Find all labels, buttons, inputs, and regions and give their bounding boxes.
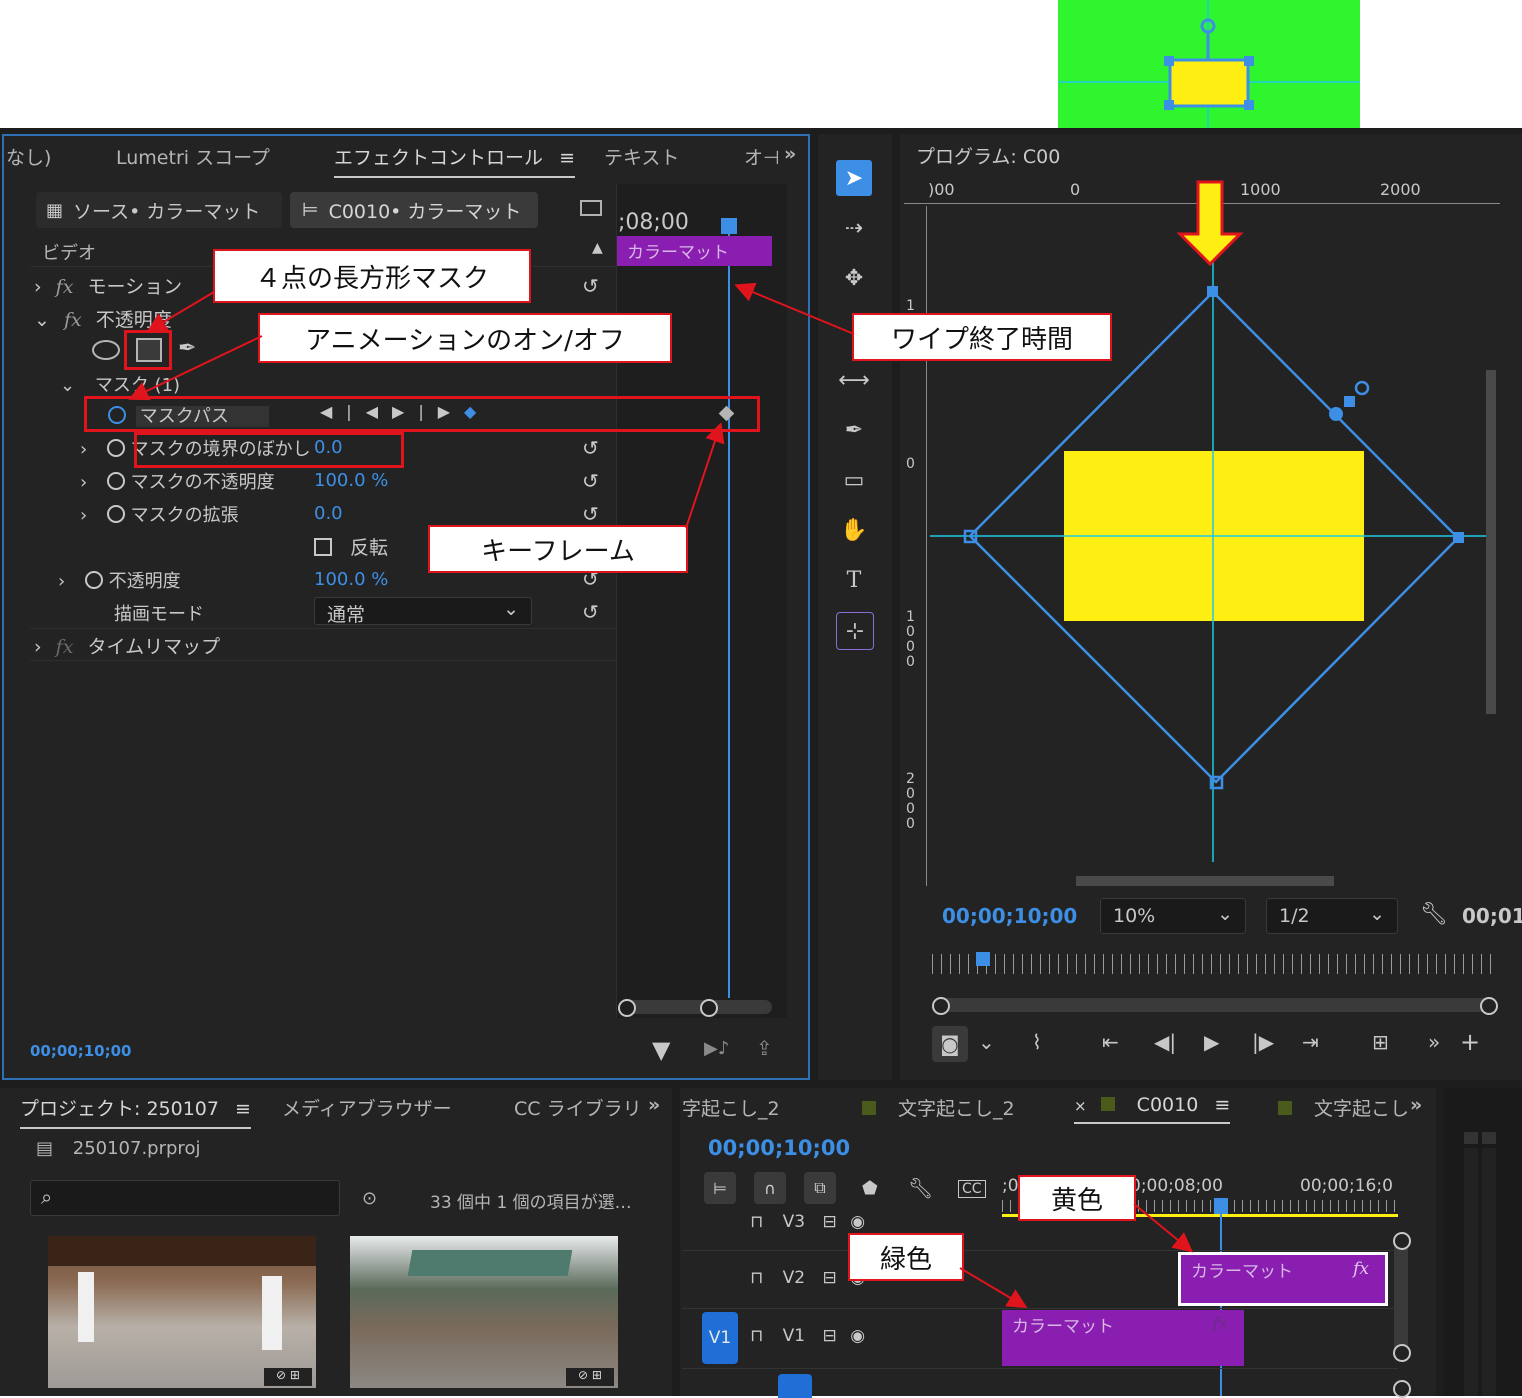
annotation-arrows <box>128 180 1244 1309</box>
down-arrow-icon <box>1176 180 1244 267</box>
